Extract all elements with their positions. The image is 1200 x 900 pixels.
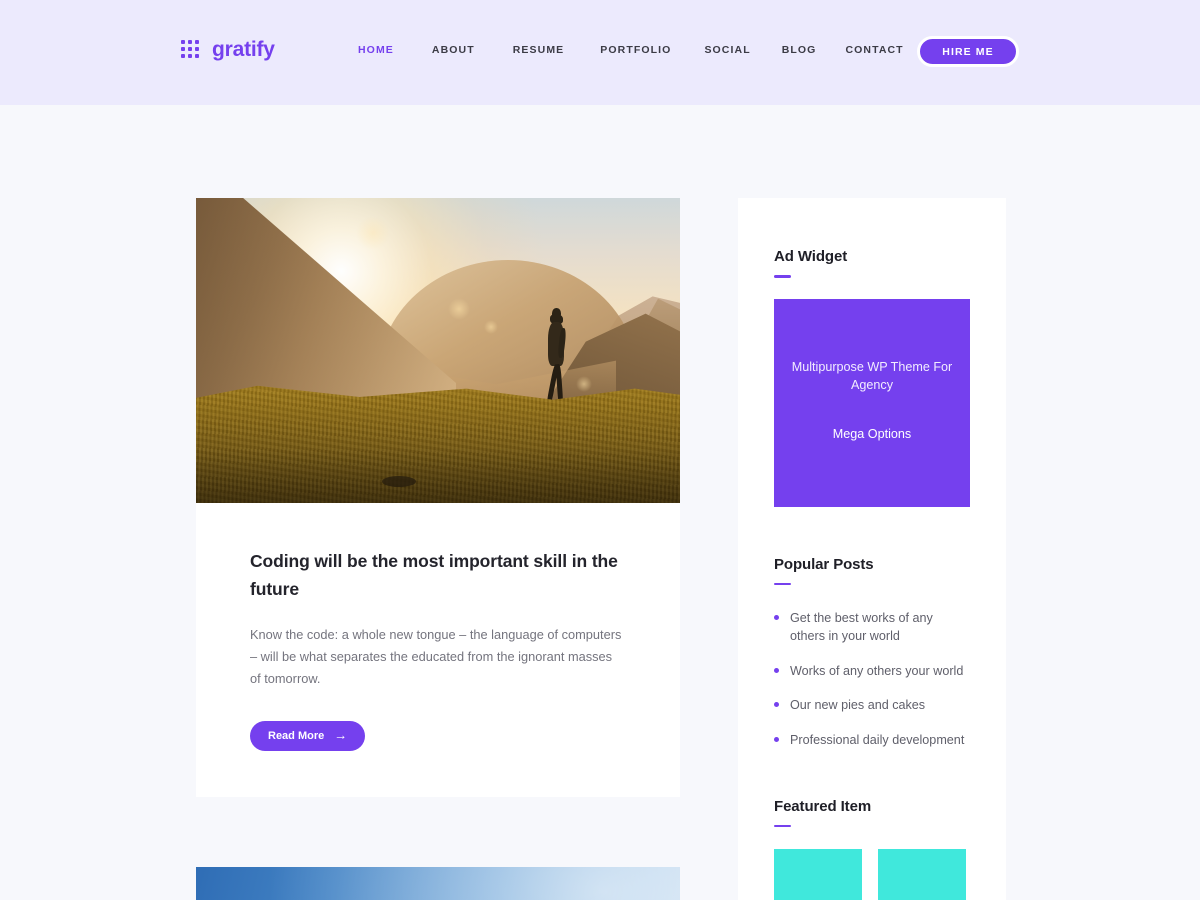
ad-banner[interactable]: Multipurpose WP Theme For Agency Mega Op… xyxy=(774,298,970,507)
read-more-button[interactable]: Read More → xyxy=(250,720,366,751)
post-excerpt: Know the code: a whole new tongue – the … xyxy=(250,626,622,686)
arrow-right-icon: → xyxy=(334,727,348,743)
hiker-silhouette xyxy=(544,308,570,412)
list-item[interactable]: Our new pies and cakes xyxy=(774,696,970,714)
featured-thumbnail[interactable] xyxy=(774,849,862,900)
content-column: Coding will be the most important skill … xyxy=(196,198,680,900)
widget-popular-posts: Popular Posts Get the best works of any … xyxy=(774,556,970,749)
widget-underline xyxy=(774,275,791,278)
widget-title-featured-item: Featured Item xyxy=(774,797,872,815)
read-more-label: Read More xyxy=(268,729,325,742)
widget-underline xyxy=(774,582,791,585)
header-inner: gratify HOME ABOUT RESUME PORTFOLIO SOCI… xyxy=(0,0,1200,105)
nav-item-blog[interactable]: BLOG xyxy=(782,44,817,56)
sidebar-column: Ad Widget Multipurpose WP Theme For Agen… xyxy=(738,198,1006,900)
sidebar-card: Ad Widget Multipurpose WP Theme For Agen… xyxy=(738,198,1006,900)
featured-thumbnail-grid xyxy=(774,849,970,900)
widget-ad: Ad Widget Multipurpose WP Theme For Agen… xyxy=(774,248,970,507)
dot-grid-icon xyxy=(181,38,203,60)
hire-me-button[interactable]: HIRE ME xyxy=(917,36,1019,67)
nav-item-about[interactable]: ABOUT xyxy=(432,44,475,56)
main-navigation: HOME ABOUT RESUME PORTFOLIO SOCIAL BLOG … xyxy=(358,44,904,56)
nav-item-social[interactable]: SOCIAL xyxy=(704,44,750,56)
widget-title-popular-posts: Popular Posts xyxy=(774,555,874,573)
post-thumbnail-image-secondary[interactable] xyxy=(196,866,680,900)
post-thumbnail-image[interactable] xyxy=(196,198,680,503)
ad-headline: Multipurpose WP Theme For Agency xyxy=(791,359,953,393)
widget-underline xyxy=(774,824,791,828)
list-item[interactable]: Get the best works of any others in your… xyxy=(774,609,970,646)
widget-title-ad: Ad Widget xyxy=(774,248,848,265)
nav-item-contact[interactable]: CONTACT xyxy=(845,44,903,56)
post-card: Coding will be the most important skill … xyxy=(196,198,680,797)
popular-posts-list: Get the best works of any others in your… xyxy=(774,609,970,749)
brand-name: gratify xyxy=(212,37,275,61)
list-item[interactable]: Professional daily development xyxy=(774,731,970,749)
list-item[interactable]: Works of any others your world xyxy=(774,662,970,680)
nav-item-resume[interactable]: RESUME xyxy=(513,44,565,56)
post-title[interactable]: Coding will be the most important skill … xyxy=(250,547,626,604)
nav-item-home[interactable]: HOME xyxy=(358,44,394,56)
nav-item-portfolio[interactable]: PORTFOLIO xyxy=(600,44,671,56)
post-card-secondary xyxy=(196,866,680,900)
ad-subline: Mega Options xyxy=(832,427,912,442)
widget-featured-item: Featured Item xyxy=(774,798,970,900)
post-body: Coding will be the most important skill … xyxy=(196,503,680,797)
featured-thumbnail[interactable] xyxy=(878,849,966,900)
field-shadow xyxy=(196,449,680,503)
site-header: gratify HOME ABOUT RESUME PORTFOLIO SOCI… xyxy=(0,0,1200,105)
brand-logo[interactable]: gratify xyxy=(181,38,275,60)
